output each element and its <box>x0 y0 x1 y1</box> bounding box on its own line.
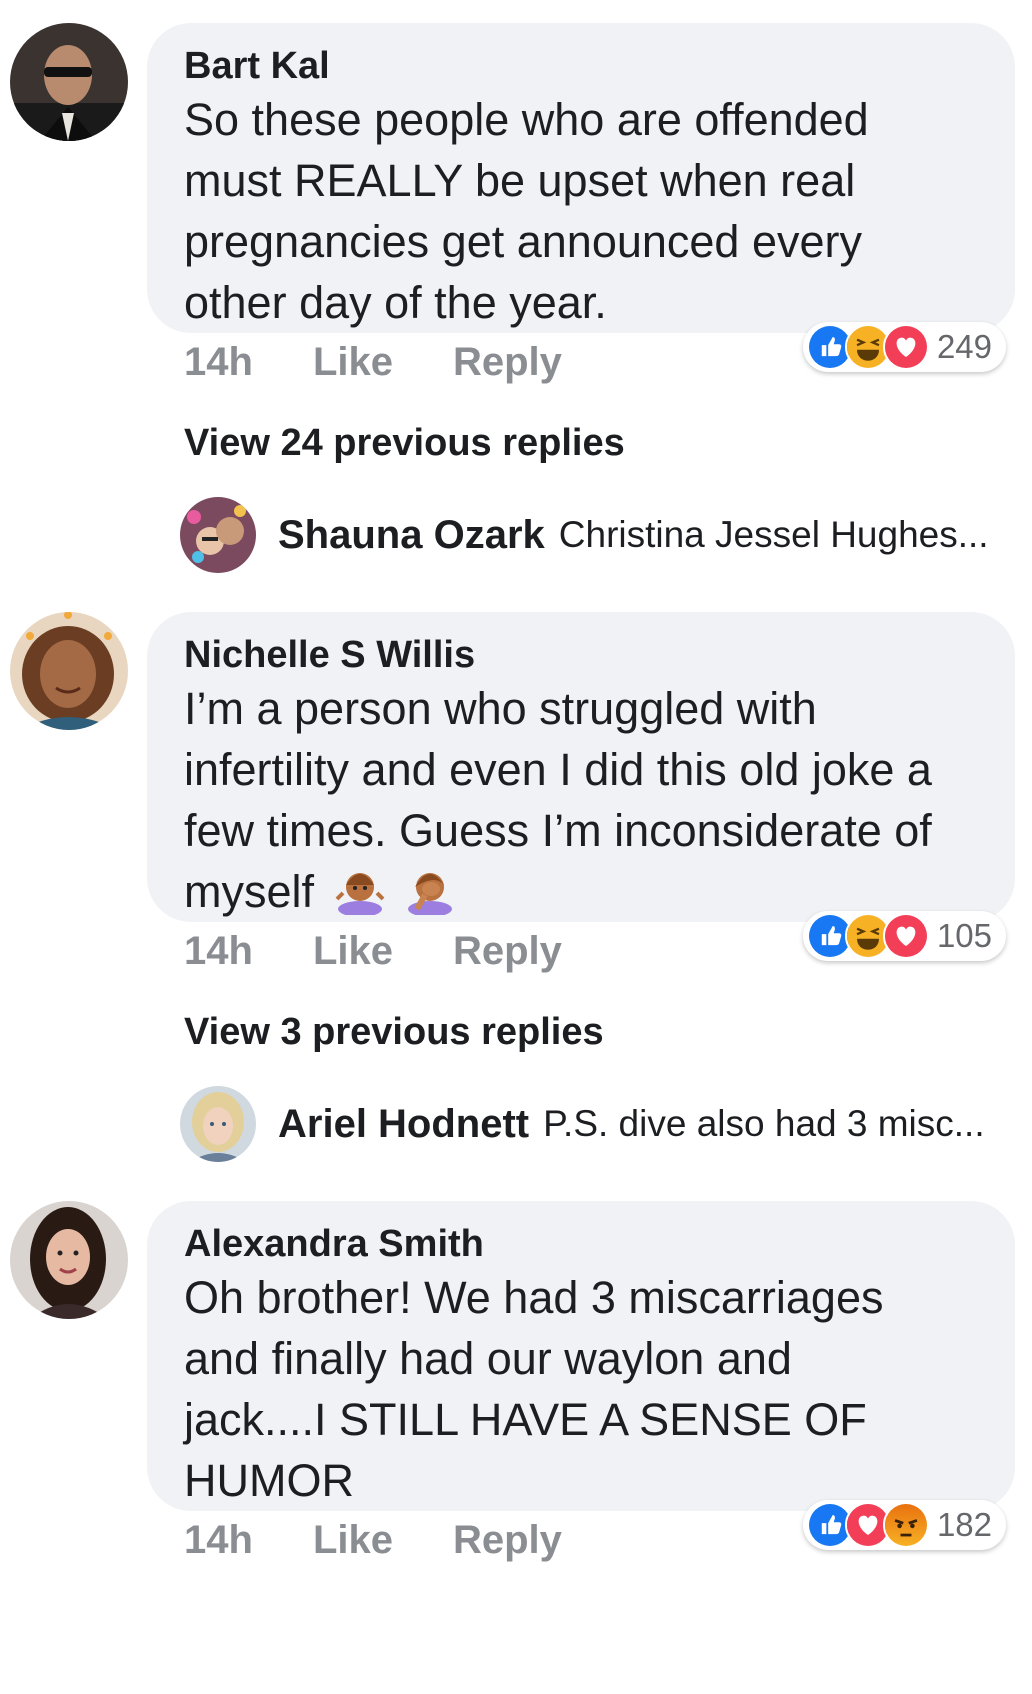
facepalm-woman-emoji <box>405 865 455 917</box>
like-button[interactable]: Like <box>313 929 393 974</box>
comment-author[interactable]: Nichelle S Willis <box>184 632 979 678</box>
reply-snippet: Christina Jessel Hughes... <box>558 514 989 555</box>
reply-button[interactable]: Reply <box>453 929 562 974</box>
reaction-summary[interactable]: 182 <box>802 1500 1006 1550</box>
view-previous-replies-link[interactable]: View 3 previous replies <box>184 1011 604 1054</box>
reply-author[interactable]: Ariel Hodnett <box>278 1102 529 1147</box>
latest-reply[interactable]: Shauna Ozark Christina Jessel Hughes... <box>180 497 989 573</box>
avatar[interactable] <box>10 1201 128 1319</box>
comment-author[interactable]: Bart Kal <box>184 43 979 89</box>
latest-reply[interactable]: Ariel Hodnett P.S. dive also had 3 misc.… <box>180 1086 985 1162</box>
reaction-summary[interactable]: 249 <box>802 322 1006 372</box>
view-previous-replies-link[interactable]: View 24 previous replies <box>184 422 625 465</box>
comment-timestamp[interactable]: 14h <box>184 929 253 974</box>
like-button[interactable]: Like <box>313 1518 393 1563</box>
comment-text-body: I’m a person who struggled with infertil… <box>184 683 932 917</box>
love-icon <box>882 324 929 370</box>
avatar[interactable] <box>180 497 256 573</box>
comment-timestamp[interactable]: 14h <box>184 340 253 385</box>
reply-button[interactable]: Reply <box>453 1518 562 1563</box>
comment-text: So these people who are offended must RE… <box>184 94 869 328</box>
reply-button[interactable]: Reply <box>453 340 562 385</box>
reply-snippet: P.S. dive also had 3 misc... <box>543 1103 985 1144</box>
comment-text: Oh brother! We had 3 miscarriages and fi… <box>184 1272 884 1506</box>
shrug-woman-emoji <box>335 865 385 917</box>
comment-actions: 14h Like Reply <box>184 929 562 974</box>
avatar[interactable] <box>180 1086 256 1162</box>
reaction-count: 182 <box>936 1506 992 1543</box>
like-button[interactable]: Like <box>313 340 393 385</box>
comment-author[interactable]: Alexandra Smith <box>184 1221 979 1267</box>
comment-actions: 14h Like Reply <box>184 1518 562 1563</box>
avatar[interactable] <box>10 23 128 141</box>
comment-bubble: Alexandra Smith Oh brother! We had 3 mis… <box>147 1201 1015 1511</box>
comment-timestamp[interactable]: 14h <box>184 1518 253 1563</box>
avatar[interactable] <box>10 612 128 730</box>
reply-author[interactable]: Shauna Ozark <box>278 513 545 558</box>
comment-text: I’m a person who struggled with infertil… <box>184 678 974 922</box>
reaction-count: 105 <box>936 917 992 954</box>
reaction-count: 249 <box>936 328 992 365</box>
angry-icon <box>882 1502 929 1548</box>
love-icon <box>882 913 929 959</box>
reaction-summary[interactable]: 105 <box>802 911 1006 961</box>
comment-bubble: Nichelle S Willis I’m a person who strug… <box>147 612 1015 922</box>
comment-bubble: Bart Kal So these people who are offende… <box>147 23 1015 333</box>
comment-actions: 14h Like Reply <box>184 340 562 385</box>
